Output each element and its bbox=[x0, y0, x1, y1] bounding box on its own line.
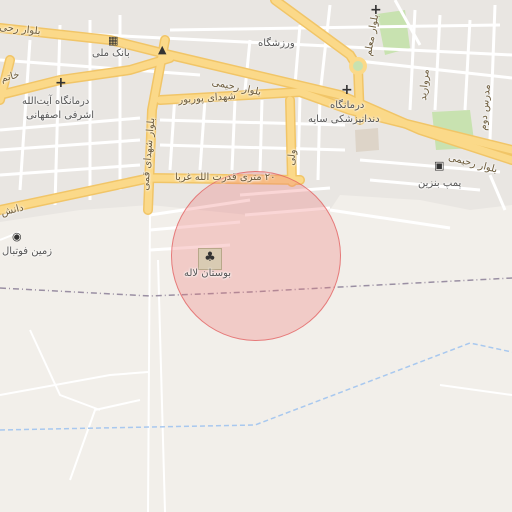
water-canal bbox=[0, 342, 512, 431]
label-dental-1[interactable]: درمانگاه bbox=[330, 100, 364, 112]
stadium-icon[interactable]: ◉ bbox=[12, 231, 22, 242]
shop-icon[interactable]: ▲ bbox=[158, 44, 166, 55]
label-clinic-ashrafi-2[interactable]: اشرفی اصفهانی bbox=[26, 110, 94, 122]
block-area bbox=[355, 128, 379, 152]
label-park[interactable]: بوستان لاله bbox=[184, 268, 231, 280]
map-canvas[interactable]: ▦ ▲ + + + ▣ ◉ ♣ بانک ملی ورزشگاه درمانگا… bbox=[0, 0, 512, 512]
label-gas-station[interactable]: پمپ بنزین bbox=[418, 178, 461, 190]
bank-icon[interactable]: ▦ bbox=[108, 35, 118, 46]
hospital-icon[interactable]: + bbox=[341, 83, 353, 97]
park-icon[interactable]: ♣ bbox=[198, 248, 222, 270]
label-dental-2[interactable]: دندانپزشکی سایه bbox=[308, 114, 380, 126]
hospital-icon[interactable]: + bbox=[55, 76, 67, 90]
label-varzeshgah[interactable]: ورزشگاه bbox=[258, 38, 295, 50]
label-football[interactable]: زمین فوتبال bbox=[2, 246, 52, 258]
label-bank-melli[interactable]: بانک ملی bbox=[92, 48, 130, 60]
label-clinic-ashrafi-1[interactable]: درمانگاه آیت‌الله bbox=[22, 96, 89, 108]
roundabout bbox=[349, 57, 367, 75]
road-right-vert[interactable]: ولی bbox=[286, 149, 298, 166]
road-ghodrat[interactable]: ۲۰ متری قدرت الله غربا bbox=[175, 172, 276, 183]
fuel-icon[interactable]: ▣ bbox=[434, 160, 444, 171]
highlight-radius-circle[interactable] bbox=[171, 171, 341, 341]
